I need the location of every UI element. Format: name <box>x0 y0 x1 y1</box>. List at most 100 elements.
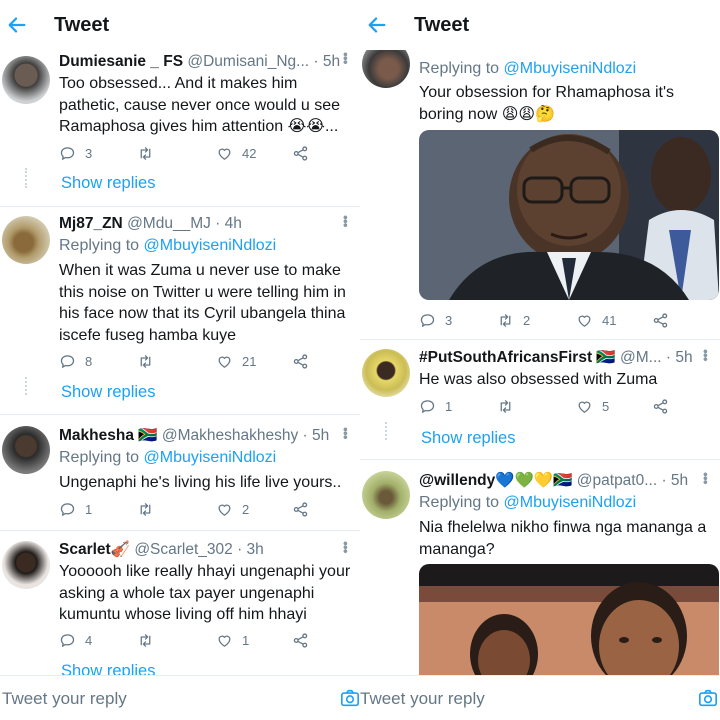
mention-link[interactable]: @MbuyiseniNdlozi <box>504 60 637 77</box>
mention-link[interactable]: @MbuyiseniNdlozi <box>144 449 277 466</box>
share-button[interactable] <box>292 145 309 162</box>
replying-to-label: Replying to <box>59 449 140 466</box>
reply-tweet[interactable]: Replying to @MbuyiseniNdlozi Your obsess… <box>360 40 720 340</box>
heart-icon <box>216 145 233 162</box>
tweet-photo[interactable] <box>419 564 719 684</box>
reply-button[interactable]: 4 <box>59 632 92 649</box>
reply-button[interactable]: 3 <box>419 312 452 329</box>
retweet-icon <box>137 353 154 370</box>
retweet-button[interactable] <box>137 353 163 370</box>
more-vertical-icon[interactable]: ••• <box>338 52 354 64</box>
reply-button[interactable]: 1 <box>419 398 452 415</box>
retweet-button[interactable] <box>497 398 523 415</box>
reply-composer[interactable]: Tweet your reply <box>0 675 360 720</box>
reply-input[interactable]: Tweet your reply <box>2 689 127 709</box>
share-button[interactable] <box>652 398 669 415</box>
share-icon <box>652 398 669 415</box>
avatar[interactable] <box>2 216 50 264</box>
replying-to: Replying to @MbuyiseniNdlozi <box>59 235 352 257</box>
reply-button[interactable]: 3 <box>59 145 92 162</box>
author-name[interactable]: @willendy💙💚💛🇿🇦 <box>419 472 572 489</box>
tweet-text: Ungenaphi he's living his life live your… <box>59 474 342 491</box>
retweet-button[interactable] <box>137 145 163 162</box>
retweet-button[interactable]: 2 <box>497 312 530 329</box>
more-vertical-icon[interactable]: ••• <box>338 427 354 439</box>
more-vertical-icon[interactable]: ••• <box>698 472 714 484</box>
avatar[interactable] <box>2 426 50 474</box>
share-button[interactable] <box>292 632 309 649</box>
author-name[interactable]: Makhesha 🇿🇦 <box>59 427 158 444</box>
show-replies-link[interactable]: Show replies <box>421 429 515 448</box>
thread-line <box>25 377 27 395</box>
more-vertical-icon[interactable]: ••• <box>338 215 354 227</box>
camera-icon[interactable] <box>698 689 718 707</box>
like-button[interactable]: 2 <box>216 501 249 518</box>
retweet-icon <box>137 632 154 649</box>
avatar[interactable] <box>362 349 410 397</box>
heart-icon <box>576 398 593 415</box>
share-icon <box>652 312 669 329</box>
more-vertical-icon[interactable]: ••• <box>338 541 354 553</box>
author-name[interactable]: #PutSouthAfricansFirst 🇿🇦 <box>419 349 616 366</box>
like-button[interactable]: 1 <box>216 632 249 649</box>
tweet-photo[interactable] <box>419 130 719 300</box>
camera-icon[interactable] <box>340 689 360 707</box>
share-icon <box>292 353 309 370</box>
more-vertical-icon[interactable]: ••• <box>698 349 714 361</box>
like-button[interactable]: 41 <box>576 312 616 329</box>
left-screenshot: Tweet Dumiesanie _ FS @Dumisani_Ng... · … <box>0 0 360 720</box>
reply-tweet[interactable]: Dumiesanie _ FS @Dumisani_Ng... · 5h Too… <box>0 50 360 207</box>
like-count: 5 <box>602 399 610 414</box>
like-count: 41 <box>602 313 617 328</box>
tweet-text: When it was Zuma u never use to make thi… <box>59 262 346 344</box>
mention-link[interactable]: @MbuyiseniNdlozi <box>504 494 637 511</box>
tweet-text: Your obsession for Rhamaphosa it's borin… <box>419 84 675 123</box>
like-button[interactable]: 5 <box>576 398 609 415</box>
author-handle: @Mdu__MJ <box>127 215 211 232</box>
reply-tweet[interactable]: Scarlet🎻 @Scarlet_302 · 3h Yoooooh like … <box>0 531 360 681</box>
avatar[interactable] <box>362 471 410 519</box>
thread-line <box>385 422 387 440</box>
reply-input[interactable]: Tweet your reply <box>360 689 485 709</box>
arrow-left-icon[interactable] <box>366 14 388 36</box>
replying-to-label: Replying to <box>419 60 500 77</box>
like-count: 21 <box>242 354 257 369</box>
like-button[interactable]: 42 <box>216 145 256 162</box>
comment-icon <box>59 501 76 518</box>
header-bar: Tweet <box>360 0 720 50</box>
reply-tweet[interactable]: Makhesha 🇿🇦 @Makheshakheshy · 5h Replyin… <box>0 415 360 531</box>
share-button[interactable] <box>652 312 669 329</box>
like-count: 42 <box>242 146 257 161</box>
share-button[interactable] <box>292 501 309 518</box>
retweet-button[interactable] <box>137 632 163 649</box>
timestamp: · 5h <box>661 472 689 489</box>
reply-button[interactable]: 1 <box>59 501 92 518</box>
retweet-icon <box>497 398 514 415</box>
avatar[interactable] <box>2 56 50 104</box>
author-handle: @Dumisani_Ng... <box>187 53 310 70</box>
reply-tweet[interactable]: @willendy💙💚💛🇿🇦 @patpat0... · 5h Replying… <box>360 460 720 684</box>
author-name[interactable]: Dumiesanie _ FS <box>59 53 183 70</box>
show-replies-link[interactable]: Show replies <box>61 383 155 402</box>
author-name[interactable]: Scarlet🎻 <box>59 541 130 558</box>
reply-count: 3 <box>445 313 453 328</box>
timestamp: · 5h <box>665 349 693 366</box>
show-replies-link[interactable]: Show replies <box>61 174 155 193</box>
photo-image <box>419 564 719 684</box>
like-button[interactable]: 21 <box>216 353 256 370</box>
comment-icon <box>59 632 76 649</box>
timestamp: · 5h <box>313 53 341 70</box>
reply-tweet[interactable]: Mj87_ZN @Mdu__MJ · 4h Replying to @Mbuyi… <box>0 207 360 415</box>
retweet-button[interactable] <box>137 501 163 518</box>
timestamp: · 3h <box>237 541 264 558</box>
reply-tweet[interactable]: #PutSouthAfricansFirst 🇿🇦 @M... · 5h He … <box>360 340 720 460</box>
mention-link[interactable]: @MbuyiseniNdlozi <box>144 237 277 254</box>
arrow-left-icon[interactable] <box>6 14 28 36</box>
share-button[interactable] <box>292 353 309 370</box>
avatar[interactable] <box>2 541 50 589</box>
author-name[interactable]: Mj87_ZN <box>59 215 123 232</box>
reply-composer[interactable]: Tweet your reply <box>360 675 720 720</box>
right-screenshot: Tweet Replying to @MbuyiseniNdlozi Your … <box>360 0 720 720</box>
reply-button[interactable]: 8 <box>59 353 92 370</box>
reply-count: 8 <box>85 354 93 369</box>
